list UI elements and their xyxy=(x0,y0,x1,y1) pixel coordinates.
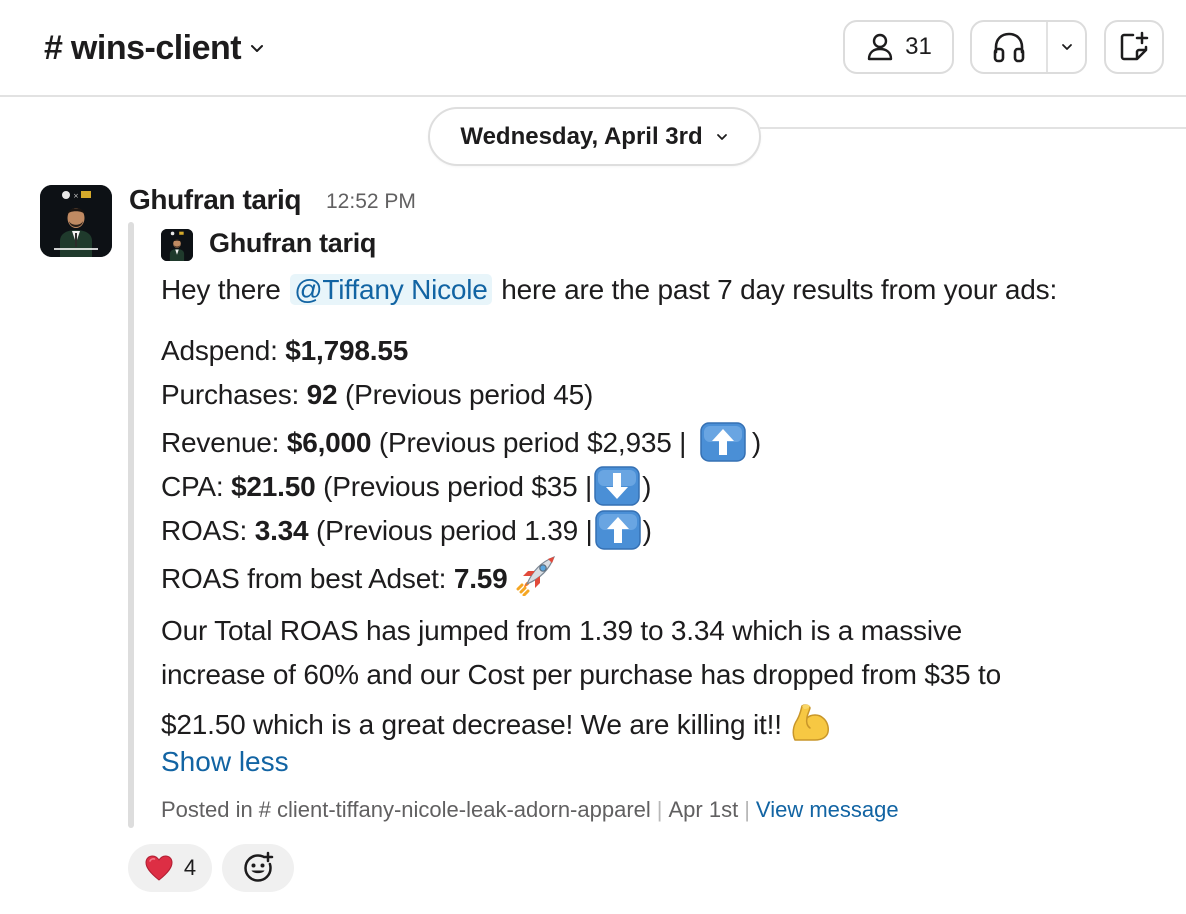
source-date-link[interactable]: Apr 1st xyxy=(669,797,739,823)
chevron-down-icon xyxy=(1061,44,1072,50)
add-emoji-icon xyxy=(244,851,274,882)
metric-label: Adspend: xyxy=(161,335,286,366)
reaction-heart[interactable]: 4 xyxy=(128,844,212,892)
headphones-icon xyxy=(993,32,1025,63)
shared-message-bar xyxy=(128,222,134,828)
channel-hash-symbol: # xyxy=(258,797,271,822)
metric-revenue: Revenue: $6,000 (Previous period $2,935 … xyxy=(161,422,761,462)
metric-label: Revenue: xyxy=(161,427,287,458)
canvas-add-icon xyxy=(1120,31,1149,61)
members-count: 31 xyxy=(905,33,932,60)
reaction-count: 4 xyxy=(183,855,197,880)
metric-roas: ROAS: 3.34 (Previous period 1.39 | ) xyxy=(161,510,652,550)
up-arrow-emoji xyxy=(700,422,746,462)
new-canvas-button[interactable] xyxy=(1104,20,1164,74)
metric-value: $1,798.55 xyxy=(285,335,409,366)
channel-name: wins-client xyxy=(70,29,242,67)
show-less-link[interactable]: Show less xyxy=(161,746,289,778)
footer-separator: | xyxy=(744,797,750,822)
metric-previous: (Previous period 1.39 | xyxy=(308,515,593,546)
paren-close: ) xyxy=(642,515,652,546)
posted-in-label: Posted in xyxy=(161,797,253,822)
metric-adspend: Adspend: $1,798.55 xyxy=(161,334,408,368)
metric-label: CPA: xyxy=(161,471,232,502)
metric-label: ROAS: xyxy=(161,515,255,546)
person-icon xyxy=(867,33,893,61)
metric-label: ROAS from best Adset: xyxy=(161,563,454,594)
greeting-text-cont: here are the past 7 day results from you… xyxy=(501,274,1058,305)
down-arrow-emoji xyxy=(594,466,640,506)
metric-value: 92 xyxy=(306,379,338,410)
rocket-emoji xyxy=(516,555,556,596)
svg-text:×: × xyxy=(73,192,79,200)
metric-label: Purchases: xyxy=(161,379,307,410)
metric-value: $6,000 xyxy=(286,427,372,458)
date-divider-line xyxy=(760,127,1186,129)
metric-previous: (Previous period $2,935 | xyxy=(371,427,694,458)
greeting-text: Hey there xyxy=(161,274,281,305)
flexed-biceps-emoji xyxy=(792,704,830,741)
paren-close: ) xyxy=(642,471,652,502)
metric-best-adset-roas: ROAS from best Adset: 7.59 xyxy=(161,554,557,596)
members-button[interactable]: 31 xyxy=(843,20,954,74)
summary-text: $21.50 which is a great decrease! We are… xyxy=(161,709,782,740)
summary-line-3: $21.50 which is a great decrease! We are… xyxy=(161,702,833,742)
metric-value: 7.59 xyxy=(453,563,508,594)
huddle-button-group xyxy=(970,20,1087,74)
metric-previous: (Previous period 45) xyxy=(337,379,594,410)
view-message-link[interactable]: View message xyxy=(756,797,899,823)
add-reaction-button[interactable] xyxy=(222,844,294,892)
metric-value: 3.34 xyxy=(254,515,309,546)
greeting-line: Hey there @Tiffany Nicole here are the p… xyxy=(161,273,1057,307)
metric-value: $21.50 xyxy=(231,471,316,502)
paren-close: ) xyxy=(751,427,761,458)
chevron-down-icon xyxy=(716,133,727,140)
metric-previous: (Previous period $35 | xyxy=(315,471,593,502)
shared-sender-name[interactable]: Ghufran tariq xyxy=(209,228,376,259)
up-arrow-emoji xyxy=(594,510,641,550)
red-heart-emoji xyxy=(145,855,173,881)
shared-sender-avatar[interactable] xyxy=(161,229,193,261)
sender-avatar[interactable]: × xyxy=(40,185,112,257)
date-label: Wednesday, April 3rd xyxy=(460,122,703,150)
metric-cpa: CPA: $21.50 (Previous period $35 | ) xyxy=(161,466,651,506)
footer-separator: | xyxy=(656,797,663,822)
chevron-down-icon xyxy=(251,45,264,52)
huddle-options-button[interactable] xyxy=(1048,22,1085,72)
huddle-button[interactable] xyxy=(972,22,1048,72)
source-channel-link[interactable]: client-tiffany-nicole-leak-adorn-apparel xyxy=(277,797,651,823)
date-jump-button[interactable]: Wednesday, April 3rd xyxy=(428,107,761,166)
channel-header: # wins-client 31 xyxy=(0,0,1186,97)
metric-purchases: Purchases: 92 (Previous period 45) xyxy=(161,378,593,412)
summary-line-1: Our Total ROAS has jumped from 1.39 to 3… xyxy=(161,615,963,646)
avatar-image xyxy=(161,229,193,261)
summary-line-2: increase of 60% and our Cost per purchas… xyxy=(161,659,1001,690)
message-sender-name[interactable]: Ghufran tariq xyxy=(129,184,302,216)
channel-hash-symbol: # xyxy=(44,29,63,67)
message-timestamp[interactable]: 12:52 PM xyxy=(326,190,416,214)
shared-message-footer: Posted in # client-tiffany-nicole-leak-a… xyxy=(161,797,899,823)
avatar-image: × xyxy=(40,185,112,257)
channel-title-button[interactable]: # wins-client xyxy=(44,28,265,68)
user-mention[interactable]: @Tiffany Nicole xyxy=(290,274,492,305)
